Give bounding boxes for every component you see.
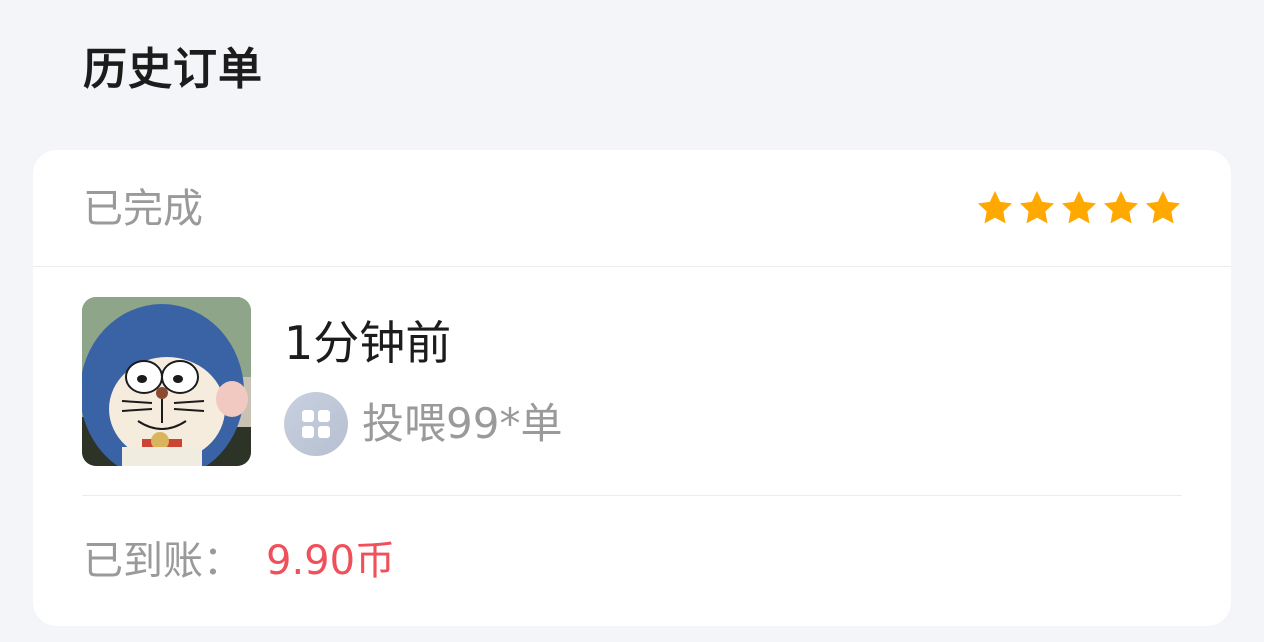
star-icon [1104, 191, 1138, 224]
order-card[interactable]: 已完成 1分钟前 投喂99*单 已到账： 9.90币 [33, 150, 1231, 626]
star-icon [1146, 191, 1180, 224]
paid-label: 已到账： [83, 538, 243, 584]
cartoon-cat-avatar-image [82, 297, 251, 466]
paid-amount: 9.90币 [266, 538, 396, 584]
order-card-header: 已完成 [33, 150, 1231, 267]
order-time: 1分钟前 [284, 316, 452, 370]
order-status: 已完成 [83, 186, 203, 232]
rating-stars [975, 188, 1183, 228]
star-icon [978, 191, 1012, 224]
service-row: 投喂99*单 [284, 392, 562, 456]
divider [82, 495, 1182, 496]
star-icon [1020, 191, 1054, 224]
service-text: 投喂99*单 [362, 399, 563, 448]
page-title: 历史订单 [83, 44, 263, 95]
grid-icon [284, 392, 348, 456]
avatar[interactable] [82, 297, 251, 466]
star-icon [1062, 191, 1096, 224]
